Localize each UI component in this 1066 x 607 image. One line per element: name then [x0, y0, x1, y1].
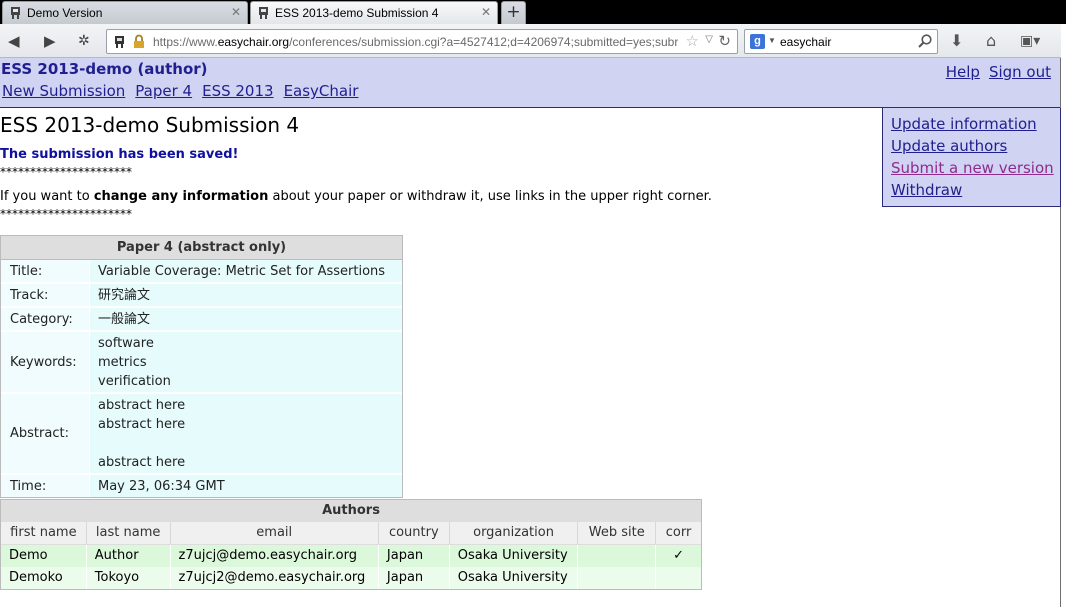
lock-icon: [134, 34, 144, 48]
download-icon[interactable]: ⬇: [950, 32, 963, 50]
paper-category: 一般論文: [98, 312, 151, 327]
reload-icon[interactable]: ↻: [718, 32, 731, 50]
back-icon[interactable]: ◀: [8, 32, 20, 50]
bookmarks-menu-icon[interactable]: ▣▾: [1020, 32, 1040, 50]
paper-table-header: Paper 4 (abstract only): [1, 236, 402, 260]
url-dropdown-icon[interactable]: ▽: [705, 34, 713, 45]
search-icon[interactable]: [917, 33, 933, 49]
sign-out-link[interactable]: Sign out: [989, 63, 1051, 81]
update-authors-link[interactable]: Update authors: [891, 135, 1060, 157]
home-icon[interactable]: ⌂: [986, 32, 996, 50]
page-title: ESS 2013-demo (author): [1, 60, 208, 78]
info-text: If you want to change any information ab…: [0, 189, 712, 204]
separator-stars: **********************: [0, 165, 132, 179]
paper-track: 研究論文: [98, 288, 151, 303]
account-links: Help Sign out: [937, 63, 1051, 81]
menu-ess-2013[interactable]: ESS 2013: [202, 82, 273, 100]
paper-time: May 23, 06:34 GMT: [98, 479, 225, 494]
authors-column-headers: first name last name email country organ…: [1, 522, 701, 545]
paper-row-time: Time: May 23, 06:34 GMT: [1, 475, 402, 497]
history-icon[interactable]: ✲: [78, 32, 90, 50]
easychair-favicon-icon: [11, 7, 20, 19]
authors-table: Authors first name last name email count…: [0, 499, 702, 590]
table-row: Demoko Tokoyo z7ujcj2@demo.easychair.org…: [1, 567, 701, 589]
submit-new-version-link[interactable]: Submit a new version: [891, 157, 1060, 179]
new-tab-button[interactable]: +: [501, 1, 526, 24]
submission-heading: ESS 2013-demo Submission 4: [0, 113, 300, 137]
engine-dropdown-icon[interactable]: ▼: [768, 36, 776, 45]
paper-row-track: Track: 研究論文: [1, 284, 402, 308]
paper-abstract: abstract here abstract here abstract her…: [98, 398, 186, 470]
search-bar[interactable]: g ▼ easychair: [744, 29, 938, 54]
tab-label: ESS 2013-demo Submission 4: [275, 6, 439, 20]
help-link[interactable]: Help: [946, 63, 980, 81]
paper-table: Paper 4 (abstract only) Title: Variable …: [0, 235, 403, 498]
google-icon[interactable]: g: [750, 34, 765, 49]
authors-table-header: Authors: [1, 500, 701, 522]
menu-paper-4[interactable]: Paper 4: [135, 82, 192, 100]
menu-easychair[interactable]: EasyChair: [284, 82, 359, 100]
search-input[interactable]: easychair: [780, 35, 831, 49]
separator-stars: **********************: [0, 207, 132, 221]
tab-submission[interactable]: ESS 2013-demo Submission 4 ✕: [250, 1, 498, 24]
paper-row-abstract: Abstract: abstract here abstract here ab…: [1, 394, 402, 475]
tab-label: Demo Version: [27, 6, 103, 20]
url-bar[interactable]: https://www.easychair.org/conferences/su…: [106, 29, 738, 54]
easychair-header: ESS 2013-demo (author) New Submission Pap…: [0, 58, 1061, 108]
paper-row-category: Category: 一般論文: [1, 308, 402, 332]
easychair-favicon-icon: [259, 7, 268, 19]
navigation-toolbar: ◀ ▶ ✲ https://www.easychair.org/conferen…: [0, 24, 1061, 58]
close-tab-icon[interactable]: ✕: [231, 5, 241, 19]
menu-new-submission[interactable]: New Submission: [2, 82, 125, 100]
tab-demo-version[interactable]: Demo Version ✕: [2, 1, 248, 24]
url-text: https://www.easychair.org/conferences/su…: [153, 35, 678, 49]
saved-message: The submission has been saved!: [0, 147, 239, 162]
submission-submenu: Update information Update authors Submit…: [882, 108, 1061, 207]
paper-keywords: software metrics verification: [98, 336, 171, 389]
corresponding-check-icon: ✓: [673, 548, 684, 563]
bookmark-star-icon[interactable]: ☆: [686, 32, 699, 50]
update-information-link[interactable]: Update information: [891, 113, 1060, 135]
paper-title: Variable Coverage: Metric Set for Assert…: [98, 264, 386, 279]
forward-icon[interactable]: ▶: [44, 32, 56, 50]
close-tab-icon[interactable]: ✕: [481, 5, 491, 19]
withdraw-link[interactable]: Withdraw: [891, 179, 1060, 201]
site-identity-icon: [115, 36, 124, 48]
main-menu: New Submission Paper 4 ESS 2013 EasyChair: [2, 82, 368, 100]
paper-row-title: Title: Variable Coverage: Metric Set for…: [1, 260, 402, 284]
table-row: Demo Author z7ujcj@demo.easychair.org Ja…: [1, 545, 701, 567]
tab-strip: Demo Version ✕ ESS 2013-demo Submission …: [0, 0, 1066, 24]
paper-row-keywords: Keywords: software metrics verification: [1, 332, 402, 394]
